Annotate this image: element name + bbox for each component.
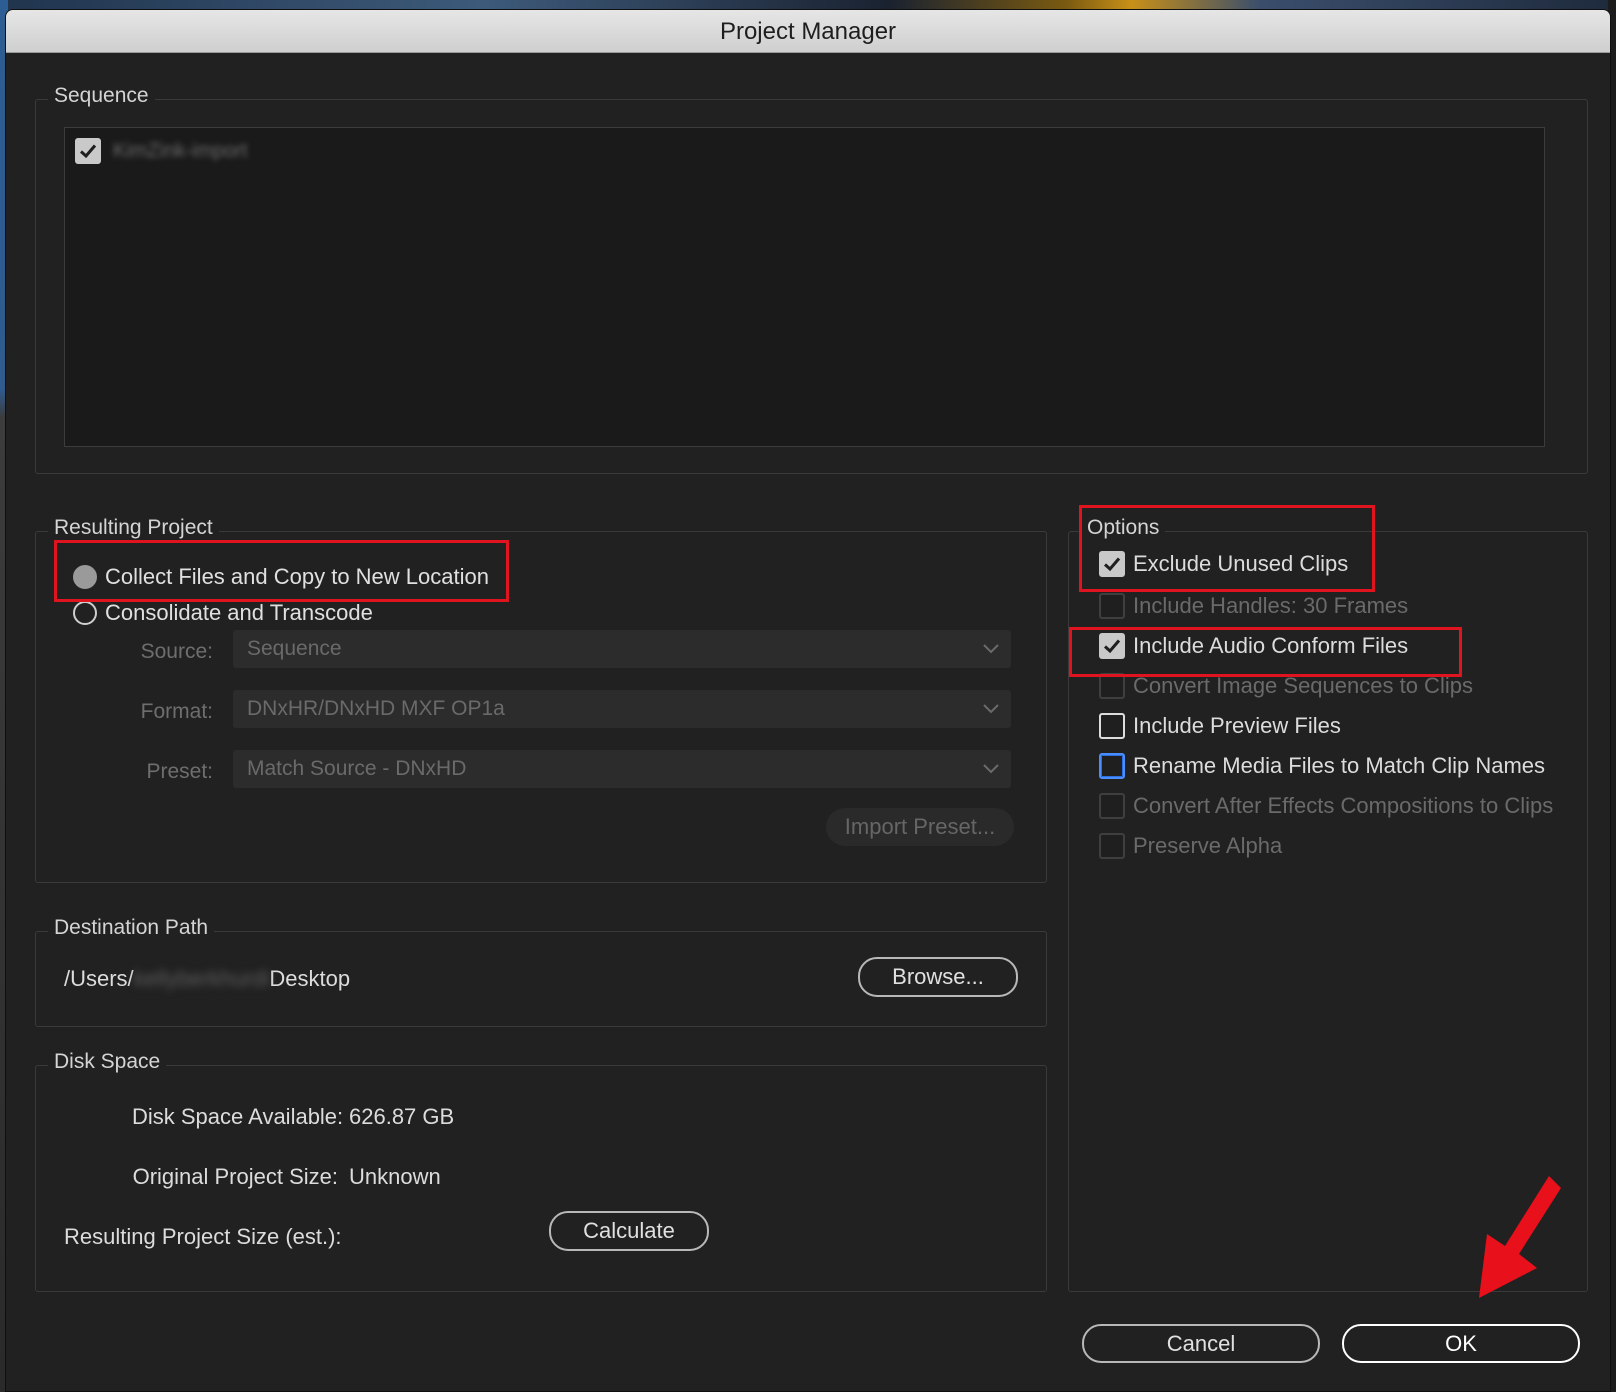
chevron-down-icon	[983, 690, 999, 728]
audio-conform-checkbox[interactable]	[1099, 633, 1125, 659]
preview-files-label: Include Preview Files	[1133, 713, 1341, 738]
resulting-project-legend: Resulting Project	[48, 516, 219, 540]
original-size-label: Original Project Size:	[132, 1164, 338, 1189]
sequence-list-item[interactable]: KimZink-import	[75, 138, 247, 164]
radio-consolidate-transcode[interactable]: Consolidate and Transcode	[73, 600, 373, 626]
path-prefix: /Users/	[64, 966, 134, 991]
source-dropdown[interactable]: Sequence	[233, 630, 1011, 668]
import-preset-button[interactable]: Import Preset...	[826, 808, 1014, 846]
resulting-size-label: Resulting Project Size (est.):	[64, 1224, 342, 1249]
rename-media-checkbox[interactable]	[1099, 753, 1125, 779]
preserve-alpha-label: Preserve Alpha	[1133, 833, 1283, 858]
option-include-handles[interactable]: Include Handles: 30 Frames	[1099, 593, 1408, 619]
format-label: Format:	[140, 700, 213, 723]
preset-label: Preset:	[146, 760, 213, 783]
sequence-list: KimZink-import	[64, 127, 1545, 447]
cancel-button[interactable]: Cancel	[1082, 1324, 1320, 1363]
include-handles-checkbox[interactable]	[1099, 593, 1125, 619]
format-value: DNxHR/DNxHD MXF OP1a	[247, 697, 505, 720]
radio-consolidate-label: Consolidate and Transcode	[105, 600, 373, 625]
disk-available-label: Disk Space Available:	[132, 1104, 344, 1129]
preset-value: Match Source - DNxHD	[247, 757, 467, 780]
image-sequences-label: Convert Image Sequences to Clips	[1133, 673, 1473, 698]
source-value: Sequence	[247, 637, 342, 660]
option-exclude-unused-clips[interactable]: Exclude Unused Clips	[1099, 551, 1348, 577]
dialog-title: Project Manager	[6, 10, 1610, 53]
format-dropdown[interactable]: DNxHR/DNxHD MXF OP1a	[233, 690, 1011, 728]
disk-space-group: Disk Space Disk Space Available: 626.87 …	[35, 1050, 1047, 1292]
disk-space-legend: Disk Space	[48, 1050, 167, 1074]
ok-button[interactable]: OK	[1342, 1324, 1580, 1363]
exclude-unused-label: Exclude Unused Clips	[1133, 551, 1349, 576]
disk-available-value: 626.87 GB	[349, 1104, 455, 1129]
destination-legend: Destination Path	[48, 916, 215, 940]
path-suffix: Desktop	[269, 966, 351, 991]
option-include-preview-files[interactable]: Include Preview Files	[1099, 713, 1341, 739]
option-preserve-alpha[interactable]: Preserve Alpha	[1099, 833, 1282, 859]
checkmark-icon	[1103, 557, 1121, 572]
sequence-checkbox[interactable]	[75, 138, 101, 164]
radio-consolidate-button[interactable]	[73, 601, 97, 625]
radio-collect-button[interactable]	[73, 565, 97, 589]
ae-compositions-label: Convert After Effects Compositions to Cl…	[1133, 793, 1554, 818]
resulting-project-group: Resulting Project Collect Files and Copy…	[35, 516, 1047, 883]
image-sequences-checkbox[interactable]	[1099, 673, 1125, 699]
include-handles-label: Include Handles: 30 Frames	[1133, 593, 1409, 618]
options-legend: Options	[1081, 516, 1166, 540]
radio-collect-label: Collect Files and Copy to New Location	[105, 564, 489, 589]
path-username-redacted: kellyberkhurdi	[133, 966, 270, 991]
project-manager-dialog: Project Manager Sequence KimZink-import …	[5, 9, 1611, 1392]
exclude-unused-checkbox[interactable]	[1099, 551, 1125, 577]
sequence-name: KimZink-import	[113, 139, 248, 162]
option-include-audio-conform[interactable]: Include Audio Conform Files	[1099, 633, 1408, 659]
calculate-button[interactable]: Calculate	[549, 1211, 709, 1251]
annotation-arrow-icon	[1479, 1176, 1561, 1298]
destination-path: /Users/kellyberkhurdiDesktop	[64, 966, 350, 992]
ae-compositions-checkbox[interactable]	[1099, 793, 1125, 819]
chevron-down-icon	[983, 750, 999, 788]
audio-conform-label: Include Audio Conform Files	[1133, 633, 1409, 658]
sequence-group: Sequence KimZink-import	[35, 84, 1588, 474]
option-convert-ae-compositions[interactable]: Convert After Effects Compositions to Cl…	[1099, 793, 1553, 819]
sequence-legend: Sequence	[48, 84, 155, 108]
original-size-value: Unknown	[349, 1164, 441, 1189]
destination-path-group: Destination Path /Users/kellyberkhurdiDe…	[35, 916, 1047, 1027]
checkmark-icon	[79, 144, 97, 159]
rename-media-label: Rename Media Files to Match Clip Names	[1133, 753, 1546, 778]
preserve-alpha-checkbox[interactable]	[1099, 833, 1125, 859]
checkmark-icon	[1103, 639, 1121, 654]
option-rename-media-files[interactable]: Rename Media Files to Match Clip Names	[1099, 753, 1545, 779]
preview-files-checkbox[interactable]	[1099, 713, 1125, 739]
chevron-down-icon	[983, 630, 999, 668]
preset-dropdown[interactable]: Match Source - DNxHD	[233, 750, 1011, 788]
browse-button[interactable]: Browse...	[858, 957, 1018, 997]
source-label: Source:	[140, 640, 213, 663]
radio-collect-files[interactable]: Collect Files and Copy to New Location	[73, 564, 489, 590]
option-convert-image-sequences[interactable]: Convert Image Sequences to Clips	[1099, 673, 1473, 699]
